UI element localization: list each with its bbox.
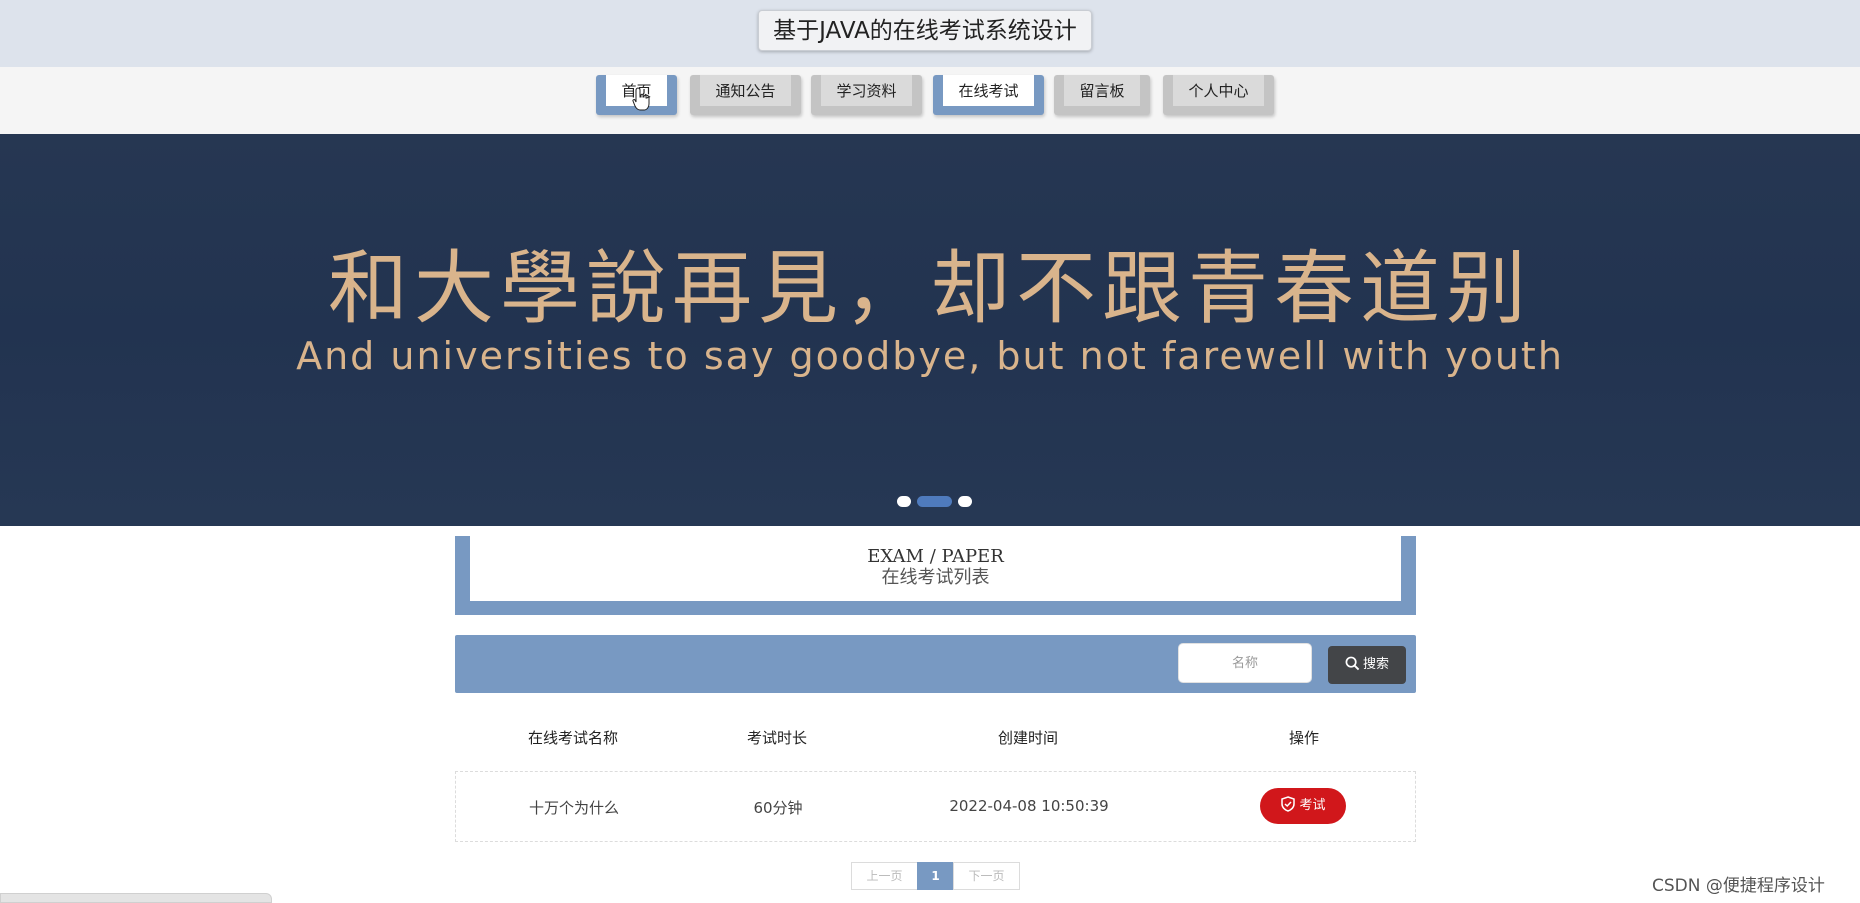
pagination: 上一页 1 下一页 (851, 862, 1020, 890)
exam-name-cell: 十万个为什么 (528, 799, 619, 817)
nav-item-label: 学习资料 (821, 75, 912, 106)
nav-item-label: 个人中心 (1173, 75, 1264, 106)
take-exam-button[interactable]: 考试 (1260, 788, 1346, 824)
nav-item-message-board[interactable]: 留言板 (1054, 75, 1150, 115)
take-exam-label: 考试 (1299, 798, 1326, 813)
search-bar: 搜索 (455, 635, 1416, 693)
nav-item-notices[interactable]: 通知公告 (690, 75, 801, 115)
col-header-action: 操作 (1288, 729, 1319, 747)
nav-item-personal-center[interactable]: 个人中心 (1163, 75, 1274, 115)
section-title-cn: 在线考试列表 (881, 567, 990, 588)
nav-item-materials[interactable]: 学习资料 (811, 75, 922, 115)
col-header-name: 在线考试名称 (527, 729, 618, 747)
search-input[interactable] (1178, 643, 1312, 683)
search-icon (1345, 656, 1360, 670)
main-nav: 首页 通知公告 学习资料 在线考试 留言板 个人中心 (0, 67, 1860, 134)
exam-created-cell: 2022-04-08 10:50:39 (949, 797, 1109, 815)
nav-item-label: 通知公告 (700, 75, 791, 106)
carousel-dot-3[interactable] (958, 496, 972, 507)
nav-item-label: 在线考试 (943, 75, 1034, 106)
shield-check-icon (1281, 796, 1296, 812)
status-bar (0, 893, 272, 903)
col-header-duration: 考试时长 (746, 729, 807, 747)
site-title: 基于JAVA的在线考试系统设计 (758, 10, 1092, 51)
section-title-en: EXAM / PAPER (867, 546, 1004, 567)
exam-duration-cell: 60分钟 (753, 799, 803, 817)
banner-headline: 和大學說再見，却不跟青春道别 (328, 242, 1532, 335)
section-header: EXAM / PAPER 在线考试列表 (455, 536, 1416, 615)
banner-subline: And universities to say goodbye, but not… (296, 334, 1564, 378)
search-button[interactable]: 搜索 (1328, 646, 1406, 684)
col-header-created: 创建时间 (997, 729, 1058, 747)
page-1-button[interactable]: 1 (917, 862, 954, 890)
prev-page-button[interactable]: 上一页 (851, 862, 918, 890)
table-row: 十万个为什么 60分钟 2022-04-08 10:50:39 考试 (455, 771, 1416, 842)
hand-pointer-icon (632, 87, 650, 111)
nav-item-label: 留言板 (1064, 75, 1140, 106)
search-button-label: 搜索 (1362, 657, 1389, 672)
nav-item-online-exam[interactable]: 在线考试 (933, 75, 1044, 115)
watermark: CSDN @便捷程序设计 (1652, 876, 1825, 896)
carousel-dot-1[interactable] (897, 496, 911, 507)
carousel-dot-2[interactable] (917, 496, 952, 507)
hero-banner: 和大學說再見，却不跟青春道别 And universities to say g… (0, 134, 1860, 526)
next-page-button[interactable]: 下一页 (953, 862, 1020, 890)
top-header: 基于JAVA的在线考试系统设计 (0, 0, 1860, 68)
